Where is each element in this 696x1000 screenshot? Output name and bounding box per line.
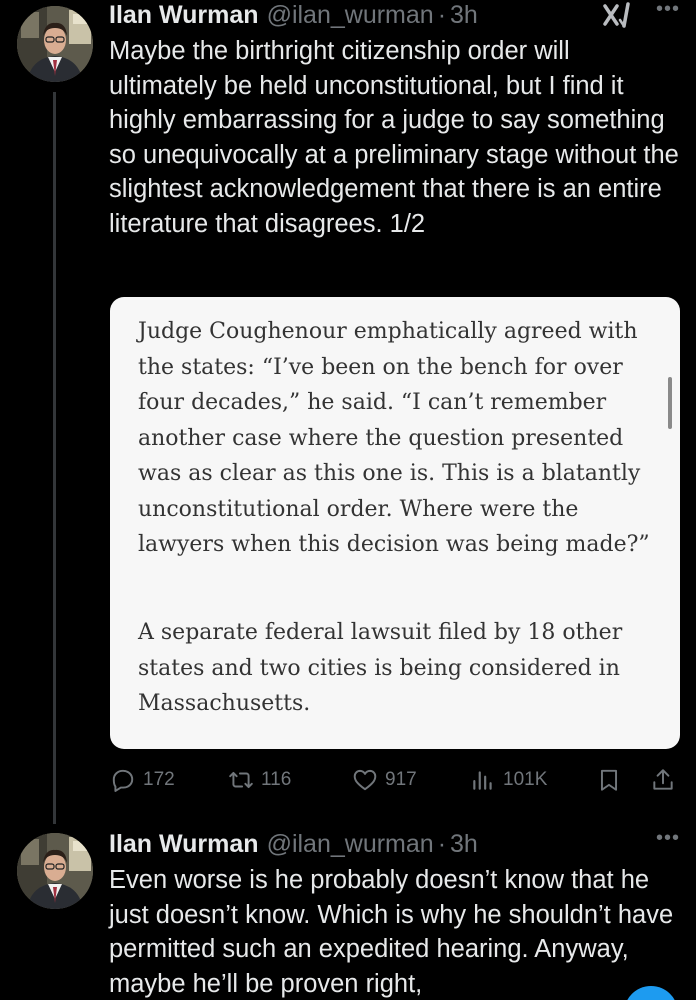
user-handle[interactable]: @ilan_wurman (267, 1, 434, 30)
thread-view: Ilan Wurman @ilan_wurman · 3h ••• Maybe … (0, 0, 696, 1000)
retweet-icon (229, 771, 253, 789)
tweet-actions: 172 116 917 101K (108, 762, 682, 798)
more-icon[interactable]: ••• (656, 0, 680, 20)
user-handle[interactable]: @ilan_wurman (267, 830, 434, 859)
separator: · (437, 829, 447, 858)
timestamp[interactable]: 3h (450, 830, 478, 859)
retweet-button[interactable]: 116 (228, 762, 291, 798)
display-name[interactable]: Ilan Wurman (109, 830, 259, 859)
bookmark-button[interactable] (596, 762, 622, 798)
bookmark-icon (600, 769, 618, 791)
reply-button[interactable]: 172 (110, 762, 175, 798)
display-name[interactable]: Ilan Wurman (109, 1, 259, 30)
share-icon (653, 769, 673, 790)
avatar-image (17, 6, 93, 82)
avatar[interactable] (17, 6, 93, 82)
avatar[interactable] (17, 833, 93, 909)
views-icon (473, 771, 492, 790)
like-count: 917 (385, 769, 417, 790)
avatar-image (17, 833, 93, 909)
tweet-text: Even worse is he probably doesn’t know t… (109, 866, 674, 998)
grok-icon[interactable] (602, 2, 636, 28)
tweet-header: Ilan Wurman @ilan_wurman · 3h ••• (109, 0, 680, 32)
like-button[interactable]: 917 (352, 762, 417, 798)
attached-article-image[interactable]: Judge Coughenour emphatically agreed wit… (110, 297, 680, 749)
views-button[interactable]: 101K (470, 762, 547, 798)
article-paragraph: A separate federal lawsuit filed by 18 o… (138, 620, 623, 716)
tweet-header: Ilan Wurman @ilan_wurman · 3h ••• (109, 827, 680, 861)
retweet-count: 116 (261, 769, 292, 790)
scrollbar[interactable] (668, 377, 672, 429)
share-button[interactable] (650, 762, 676, 798)
view-count: 101K (503, 769, 548, 790)
tweet-text: Maybe the birthright citizenship order w… (109, 37, 679, 238)
article-paragraph: Judge Coughenour emphatically agreed wit… (138, 319, 650, 557)
heart-icon (353, 769, 377, 791)
timestamp[interactable]: 3h (450, 1, 478, 30)
separator: · (437, 0, 447, 29)
thread-connector-line (53, 92, 56, 824)
reply-count: 172 (143, 769, 175, 790)
reply-icon (112, 769, 134, 792)
more-icon[interactable]: ••• (656, 827, 680, 849)
